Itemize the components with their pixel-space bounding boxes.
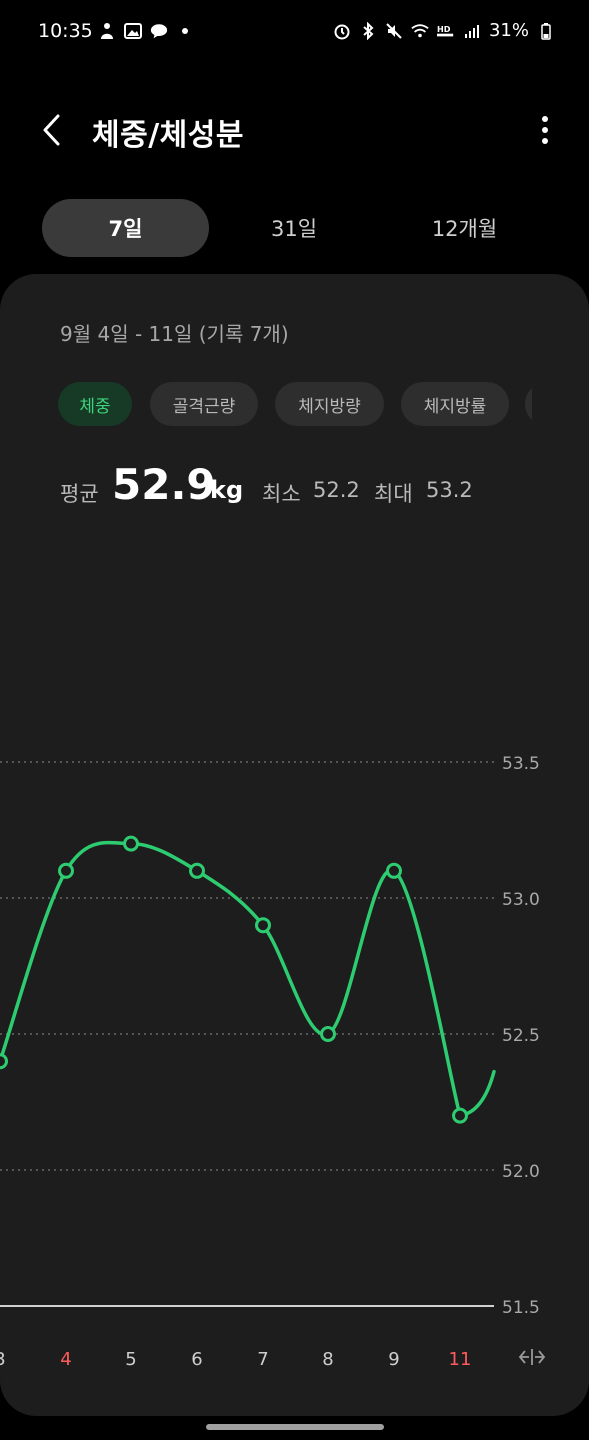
x-tick-label: 9	[388, 1349, 399, 1370]
period-tabs: 7일 31일 12개월	[42, 199, 562, 257]
data-point	[0, 1053, 8, 1070]
x-tick-label: 3	[0, 1349, 6, 1370]
bluetooth-icon	[359, 21, 377, 40]
data-point	[255, 917, 271, 934]
x-tick-label: 7	[257, 1349, 268, 1370]
back-button[interactable]	[30, 108, 74, 152]
data-point	[123, 835, 139, 852]
more-options-button[interactable]	[531, 108, 559, 152]
gesture-bar[interactable]	[206, 1424, 384, 1430]
data-point	[189, 862, 205, 879]
series-line	[0, 840, 496, 1118]
tab-12-months[interactable]: 12개월	[382, 199, 547, 257]
x-tick-label: 8	[322, 1349, 333, 1370]
data-point	[386, 862, 402, 879]
person-icon	[98, 22, 116, 40]
tab-7-days[interactable]: 7일	[42, 199, 209, 257]
x-tick-label: 4	[60, 1349, 71, 1370]
weight-card: 9월 4일 - 11일 (기록 7개) 체중 골격근량 체지방량 체지방률 평균…	[0, 274, 589, 1416]
data-point	[452, 1107, 468, 1124]
y-tick-label: 53.5	[502, 754, 540, 774]
tab-31-days[interactable]: 31일	[214, 199, 374, 257]
data-point	[58, 862, 74, 879]
alarm-icon	[333, 22, 351, 40]
app-bar: 체중/체성분	[0, 96, 589, 166]
image-icon	[124, 22, 142, 40]
talk-icon	[150, 22, 168, 40]
data-point	[320, 1026, 336, 1042]
svg-text:HD: HD	[437, 23, 451, 33]
hd-voice-icon: HD	[436, 22, 455, 40]
x-tick-label: 5	[125, 1349, 136, 1370]
wifi-icon	[411, 22, 429, 40]
dot-icon	[176, 22, 194, 40]
weight-line-chart[interactable]: 53.5 53.0 52.5 52.0 51.5 3 4 5 6 7 8 9 11	[0, 274, 589, 1416]
battery-text: 31%	[488, 20, 529, 41]
battery-icon	[537, 22, 555, 40]
y-tick-label: 52.5	[502, 1026, 540, 1046]
page-title: 체중/체성분	[92, 118, 244, 153]
y-tick-label: 51.5	[502, 1298, 540, 1318]
more-vertical-icon	[542, 116, 548, 144]
x-tick-label: 6	[191, 1349, 202, 1370]
signal-icon	[463, 22, 481, 40]
mute-icon	[385, 22, 403, 40]
chevron-left-icon	[43, 114, 60, 146]
scroll-arrows-icon[interactable]	[518, 1349, 546, 1365]
x-tick-label: 11	[449, 1349, 472, 1370]
y-tick-label: 53.0	[502, 890, 540, 910]
status-time: 10:35	[38, 20, 93, 42]
y-tick-label: 52.0	[502, 1162, 540, 1182]
status-bar: 10:35 HD 31%	[0, 0, 589, 64]
